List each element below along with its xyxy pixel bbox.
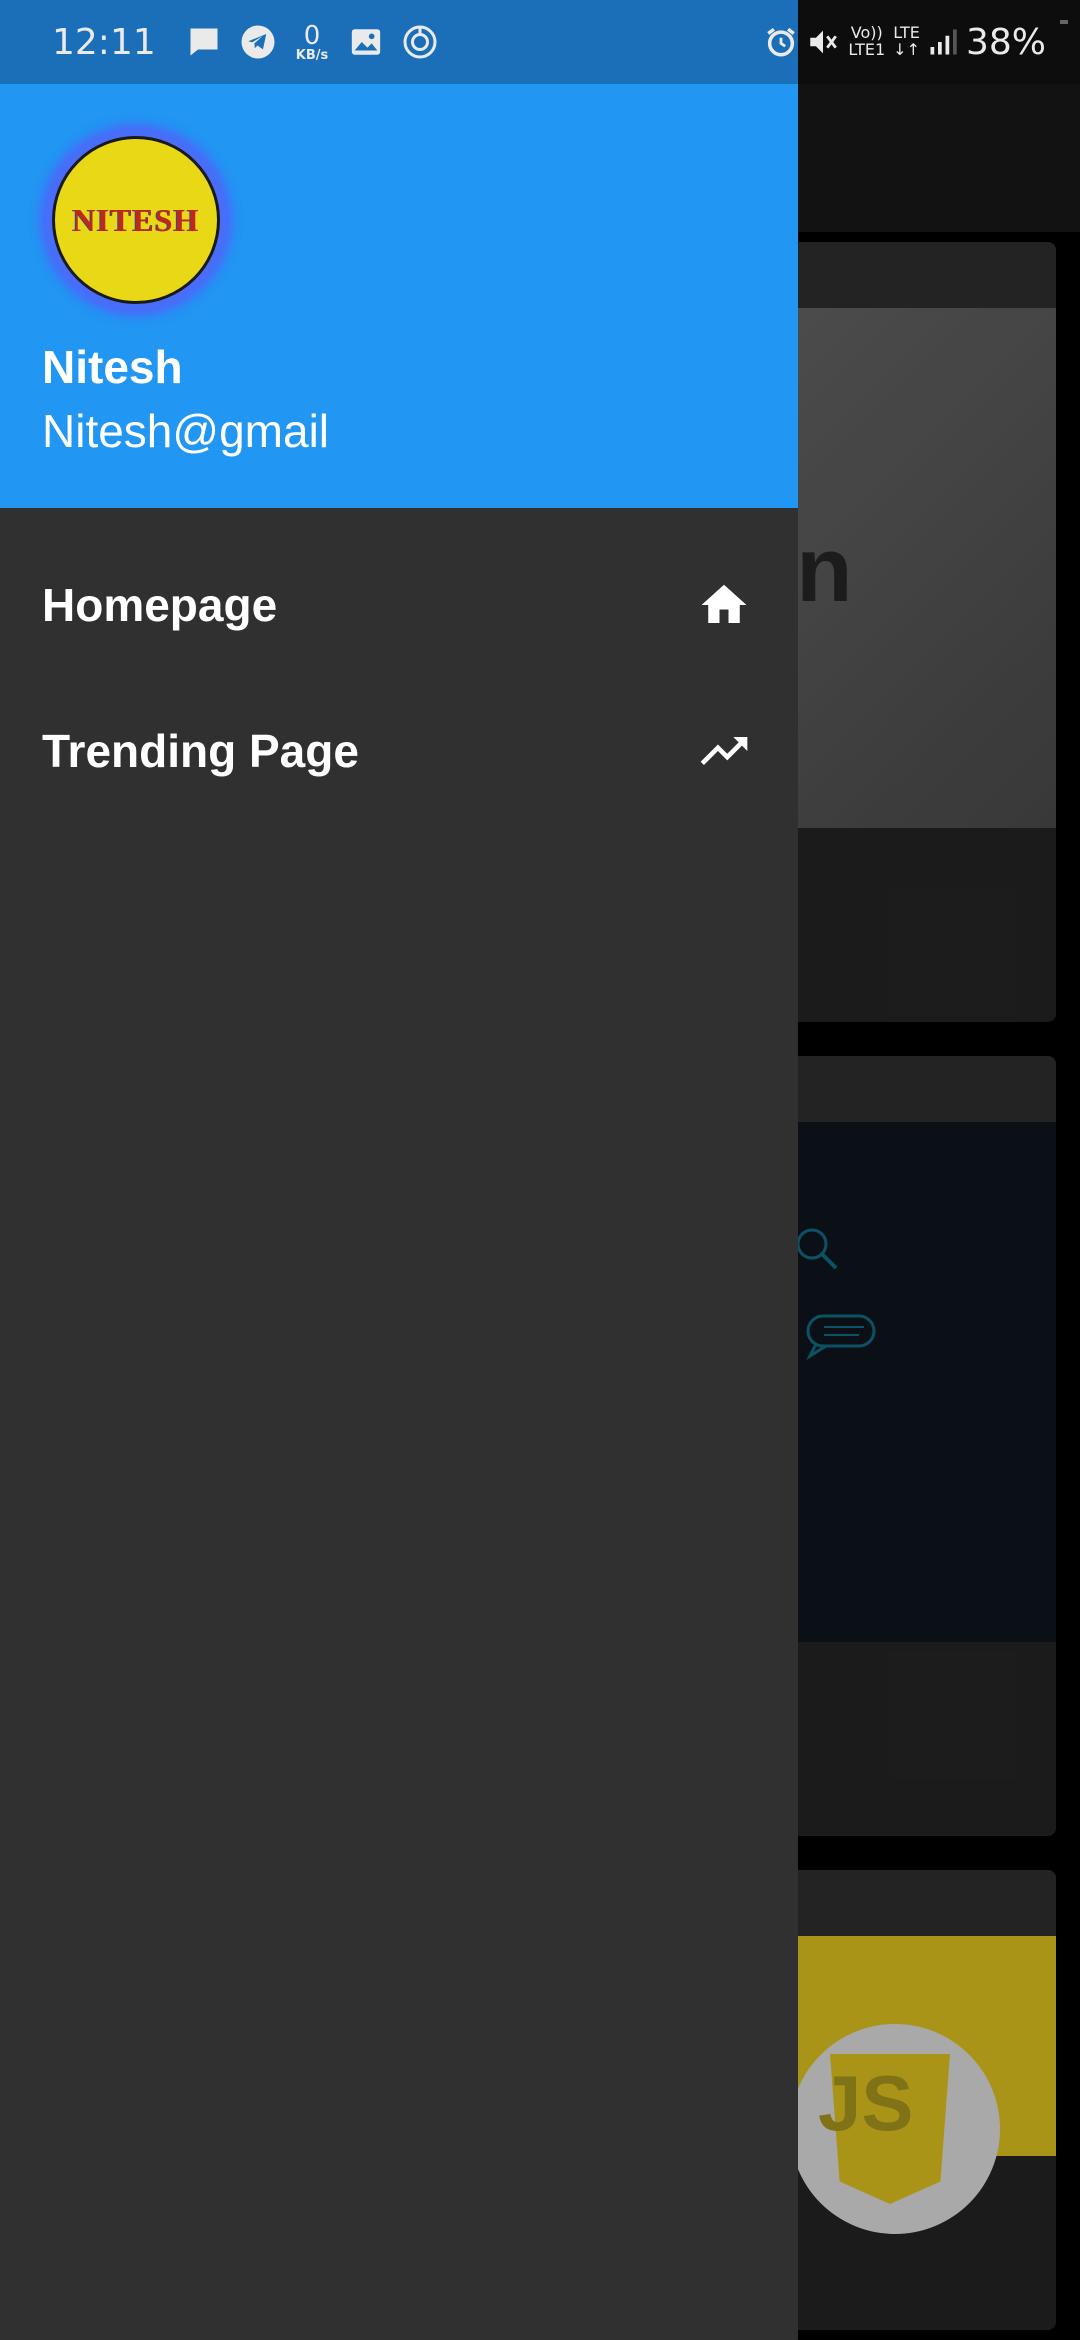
battery-percent: 38%: [965, 21, 1046, 63]
drawer-item-label: Homepage: [42, 579, 278, 631]
lte-indicator: LTE ↓↑: [893, 24, 920, 59]
drawer-item-label: Trending Page: [42, 725, 359, 777]
account-name: Nitesh: [42, 341, 183, 393]
avatar-text: NITESH: [72, 201, 200, 238]
status-bar-left: 12:11 0 KB/s: [0, 0, 798, 84]
drawer-item-homepage[interactable]: Homepage: [0, 532, 798, 678]
signal-icon: [928, 22, 958, 62]
telegram-icon: [238, 22, 278, 62]
sync-icon: [400, 22, 440, 62]
volte-indicator: Vo)) LTE1: [848, 24, 886, 59]
network-speed: 0 KB/s: [296, 23, 328, 62]
avatar-image: NITESH: [52, 136, 220, 304]
gallery-icon: [346, 22, 386, 62]
status-bar-right: Vo)) LTE1 LTE ↓↑ 38%: [767, 0, 1080, 84]
mute-icon: [806, 22, 840, 62]
home-icon: [696, 577, 752, 633]
navigation-drawer: NITESH Nitesh Nitesh@gmail Homepage Tren…: [0, 0, 798, 2340]
status-bar: 12:11 0 KB/s Vo)) LTE1 LTE ↓↑ 38%: [0, 0, 1080, 84]
network-speed-unit: KB/s: [295, 47, 329, 63]
clock: 12:11: [52, 21, 156, 63]
trending-up-icon: [696, 723, 752, 779]
drawer-header: NITESH Nitesh Nitesh@gmail: [0, 84, 798, 508]
network-speed-value: 0: [303, 20, 321, 51]
lte-bottom-text: ↓↑: [893, 40, 920, 59]
message-icon: [184, 22, 224, 62]
avatar[interactable]: NITESH: [46, 130, 226, 310]
account-email: Nitesh@gmail: [42, 405, 330, 457]
drawer-menu: Homepage Trending Page: [0, 508, 798, 824]
volte-bottom-text: LTE1: [848, 40, 886, 59]
alarm-icon: [764, 22, 798, 62]
drawer-item-trending[interactable]: Trending Page: [0, 678, 798, 824]
